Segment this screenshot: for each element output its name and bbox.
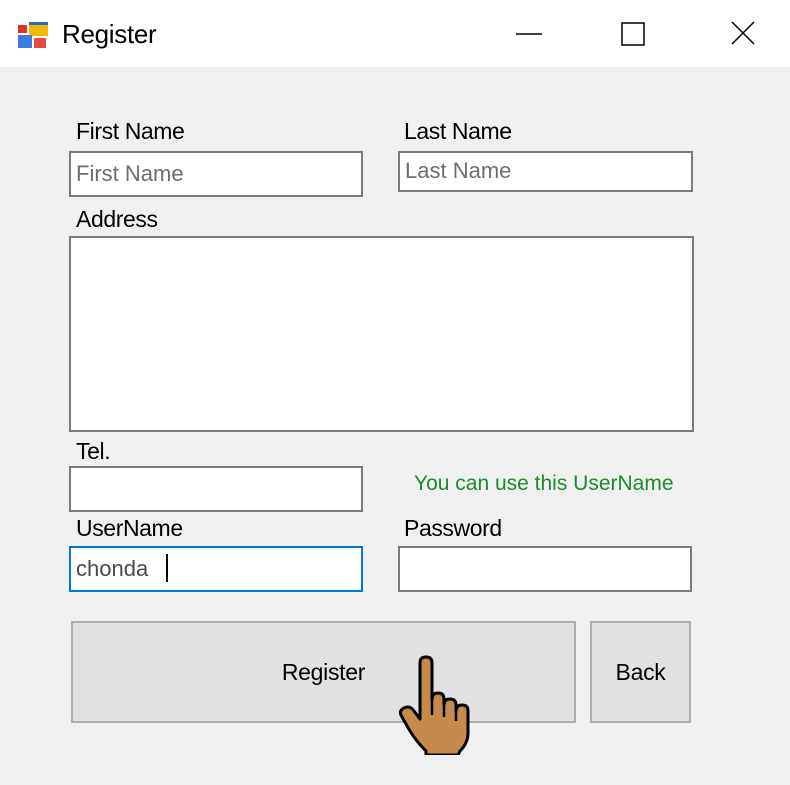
text-caret xyxy=(166,554,168,582)
maximize-icon xyxy=(621,22,645,46)
register-button[interactable]: Register xyxy=(71,621,576,723)
window-title: Register xyxy=(62,19,157,49)
password-input[interactable] xyxy=(400,548,690,590)
title-bar: Register xyxy=(0,0,790,67)
username-status-message: You can use this UserName xyxy=(414,472,674,495)
minimize-icon xyxy=(516,33,542,35)
tel-label: Tel. xyxy=(76,438,111,464)
tel-field[interactable] xyxy=(69,466,363,512)
close-button[interactable] xyxy=(694,0,790,67)
username-field[interactable] xyxy=(69,546,363,592)
address-textarea[interactable] xyxy=(71,238,692,430)
hand-pointer-icon xyxy=(398,655,470,755)
first-name-label: First Name xyxy=(76,118,185,144)
minimize-button[interactable] xyxy=(483,0,579,67)
maximize-button[interactable] xyxy=(587,0,683,67)
close-icon xyxy=(731,21,755,45)
password-label: Password xyxy=(404,515,502,541)
password-field[interactable] xyxy=(398,546,692,592)
username-label: UserName xyxy=(76,515,183,541)
address-field[interactable] xyxy=(69,236,694,432)
last-name-input[interactable] xyxy=(400,153,691,190)
app-icon xyxy=(18,22,48,48)
last-name-label: Last Name xyxy=(404,118,512,144)
first-name-input[interactable] xyxy=(71,153,361,195)
first-name-field[interactable] xyxy=(69,151,363,197)
last-name-field[interactable] xyxy=(398,151,693,192)
username-input[interactable] xyxy=(71,548,361,590)
tel-input[interactable] xyxy=(71,468,361,510)
back-button[interactable]: Back xyxy=(590,621,691,723)
address-label: Address xyxy=(76,206,158,232)
